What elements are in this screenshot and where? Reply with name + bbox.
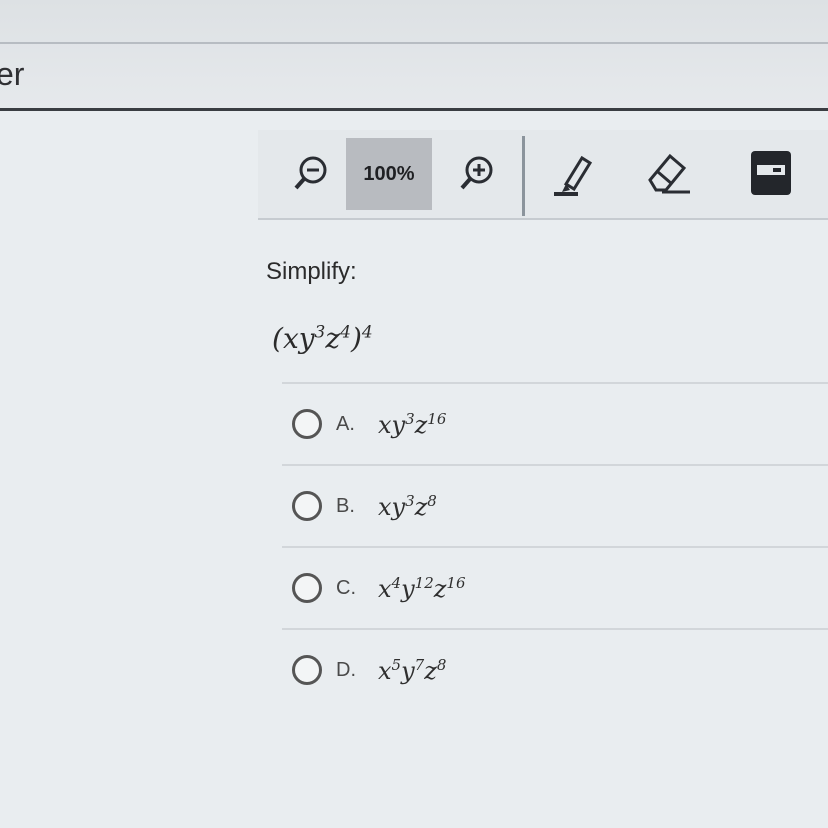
eraser-button[interactable] xyxy=(638,142,696,204)
zoom-out-button[interactable] xyxy=(282,142,340,204)
calculator-icon xyxy=(751,151,791,195)
zoom-out-icon xyxy=(294,156,327,190)
choice-letter: D. xyxy=(336,658,356,681)
highlighter-icon xyxy=(554,155,593,196)
zoom-level-display: 100% xyxy=(346,138,432,210)
question-toolbar: 100% xyxy=(258,130,828,220)
header-divider xyxy=(0,42,828,44)
radio-button[interactable] xyxy=(292,573,322,603)
choice-expression: x4y12z16 xyxy=(378,573,466,603)
header-title: er xyxy=(0,56,25,92)
choice-a[interactable]: A. xy3z16 xyxy=(282,382,828,464)
eraser-icon xyxy=(648,153,690,194)
question-expression: (xy3z4)4 xyxy=(272,322,373,355)
zoom-in-button[interactable] xyxy=(448,142,506,204)
question-prompt: Simplify: xyxy=(266,258,357,285)
toolbar-separator xyxy=(522,136,525,216)
radio-button[interactable] xyxy=(292,655,322,685)
radio-button[interactable] xyxy=(292,409,322,439)
choice-letter: A. xyxy=(336,412,355,435)
choice-expression: xy3z16 xyxy=(378,409,447,439)
app-header: er xyxy=(0,0,828,111)
radio-button[interactable] xyxy=(292,491,322,521)
choice-b[interactable]: B. xy3z8 xyxy=(282,464,828,546)
choice-expression: xy3z8 xyxy=(378,491,437,521)
zoom-in-icon xyxy=(460,156,493,190)
choice-letter: B. xyxy=(336,494,355,517)
highlighter-button[interactable] xyxy=(544,142,602,204)
choice-d[interactable]: D. x5y7z8 xyxy=(282,628,828,710)
calculator-button[interactable] xyxy=(742,142,800,204)
choice-expression: x5y7z8 xyxy=(378,655,447,685)
answer-choices: A. xy3z16 B. xy3z8 C. x4y12z16 D. x5y7z8 xyxy=(282,382,828,710)
choice-letter: C. xyxy=(336,576,356,599)
choice-c[interactable]: C. x4y12z16 xyxy=(282,546,828,628)
question-panel: Simplify: (xy3z4)4 A. xy3z16 B. xy3z8 C.… xyxy=(262,232,828,752)
